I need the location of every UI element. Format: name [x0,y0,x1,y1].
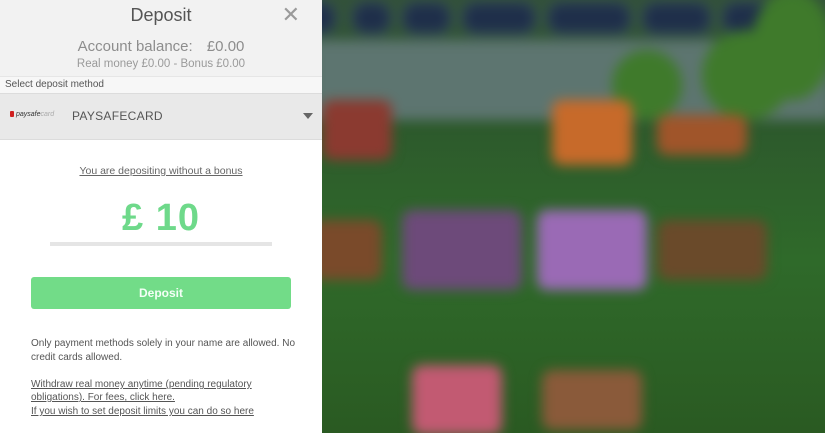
select-method-label: Select deposit method [0,76,322,93]
amount-underline [50,242,272,246]
background-site [322,0,825,433]
paysafecard-logo: paysafecard [10,111,54,118]
deposit-button[interactable]: Deposit [31,277,291,309]
balance-label: Account balance: [77,38,193,55]
method-name: PAYSAFECARD [72,109,163,123]
chevron-down-icon[interactable] [303,113,313,119]
no-bonus-link[interactable]: You are depositing without a bonus [0,165,322,177]
withdraw-fees-link[interactable]: Withdraw real money anytime (pending reg… [31,378,301,404]
amount-value: £ 10 [122,197,200,239]
money-breakdown: Real money £0.00 - Bonus £0.00 [76,58,246,70]
account-balance: Account balance: £0.00 Real money £0.00 … [0,31,322,76]
deposit-modal: Deposit ✕ Account balance: £0.00 Real mo… [0,0,322,433]
modal-title: Deposit [130,5,192,25]
balance-value: £0.00 [206,38,245,55]
payment-note: Only payment methods solely in your name… [31,338,296,363]
deposit-limits-link[interactable]: If you wish to set deposit limits you ca… [31,405,301,418]
deposit-method-select[interactable]: paysafecard PAYSAFECARD [0,93,322,140]
amount-input[interactable]: £ 10 [50,194,272,246]
close-icon[interactable]: ✕ [282,2,300,28]
modal-header: Deposit ✕ [0,0,322,31]
